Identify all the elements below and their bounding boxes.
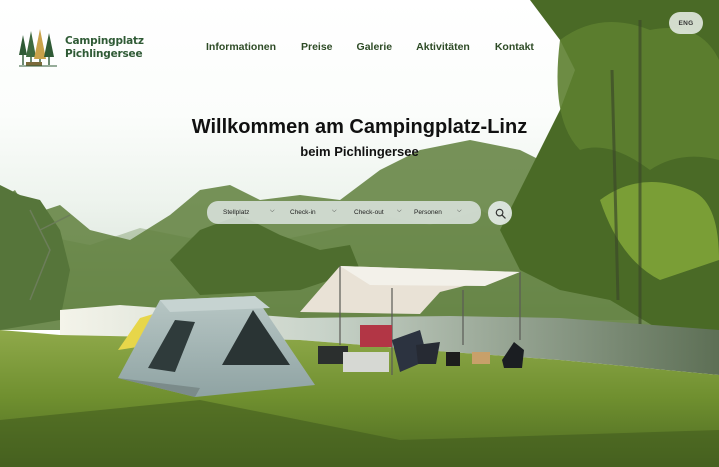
hero-background-photo (0, 0, 719, 467)
personen-label: Personen (414, 209, 442, 216)
check-in-dropdown[interactable]: Check-in ⌵ (277, 201, 343, 224)
check-out-label: Check-out (354, 209, 384, 216)
chevron-down-icon: ⌵ (270, 208, 275, 214)
hero-subtitle: beim Pichlingersee (300, 144, 419, 159)
nav-item-informationen[interactable]: Informationen (206, 41, 276, 53)
nav-item-kontakt[interactable]: Kontakt (495, 41, 534, 53)
personen-dropdown[interactable]: Personen ⌵ (406, 201, 481, 224)
hero-title: Willkommen am Campingplatz-Linz (191, 116, 528, 138)
booking-search-bar: Stellplatz ⌵ Check-in ⌵ Check-out ⌵ Pers… (207, 201, 481, 224)
nav-item-aktivitaeten[interactable]: Aktivitäten (416, 41, 470, 53)
brand-line-2: Pichlingersee (65, 48, 143, 60)
language-switcher[interactable]: ENG (669, 12, 703, 34)
search-button[interactable] (488, 201, 512, 225)
campsite-scene (0, 0, 719, 467)
brand-line-1: Campingplatz (65, 35, 144, 47)
main-navigation: Informationen Preise Galerie Aktivitäten… (206, 41, 534, 53)
brand-name: Campingplatz Pichlingersee (65, 35, 144, 61)
pine-trees-logo-icon (19, 29, 57, 67)
search-icon (495, 208, 506, 219)
stellplatz-label: Stellplatz (223, 209, 250, 216)
stellplatz-dropdown[interactable]: Stellplatz ⌵ (207, 201, 277, 224)
chevron-down-icon: ⌵ (332, 208, 337, 214)
chevron-down-icon: ⌵ (457, 208, 462, 214)
site-logo[interactable]: Campingplatz Pichlingersee (17, 27, 144, 69)
nav-item-galerie[interactable]: Galerie (357, 41, 393, 53)
chevron-down-icon: ⌵ (397, 208, 402, 214)
check-out-dropdown[interactable]: Check-out ⌵ (343, 201, 406, 224)
check-in-label: Check-in (290, 209, 316, 216)
nav-item-preise[interactable]: Preise (301, 41, 333, 53)
